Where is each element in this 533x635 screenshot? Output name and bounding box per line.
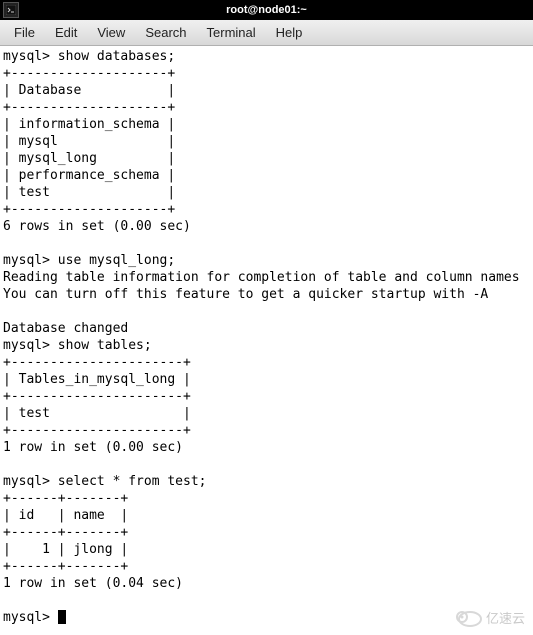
- table-row: | performance_schema |: [3, 168, 175, 183]
- menu-view[interactable]: View: [87, 22, 135, 43]
- window-title: root@node01:~: [226, 4, 307, 16]
- result-line: 1 row in set (0.04 sec): [3, 576, 183, 591]
- table-header: | Tables_in_mysql_long |: [3, 372, 191, 387]
- watermark-text: 亿速云: [486, 608, 525, 627]
- table-header: | id | name |: [3, 508, 128, 523]
- table-border: +--------------------+: [3, 202, 175, 217]
- watermark-logo-icon: [452, 607, 482, 627]
- cmd-line: mysql> show databases;: [3, 49, 175, 64]
- table-header: | Database |: [3, 83, 175, 98]
- table-border: +------+-------+: [3, 525, 128, 540]
- table-border: +------+-------+: [3, 491, 128, 506]
- watermark: 亿速云: [452, 607, 525, 627]
- info-line: You can turn off this feature to get a q…: [3, 287, 488, 302]
- menu-file[interactable]: File: [4, 22, 45, 43]
- prompt: mysql>: [3, 610, 58, 625]
- table-row: | test |: [3, 185, 175, 200]
- menu-terminal[interactable]: Terminal: [197, 22, 266, 43]
- cmd-line: mysql> select * from test;: [3, 474, 207, 489]
- menu-bar: File Edit View Search Terminal Help: [0, 20, 533, 46]
- table-border: +----------------------+: [3, 389, 191, 404]
- table-row: | test |: [3, 406, 191, 421]
- info-line: Database changed: [3, 321, 128, 336]
- table-row: | mysql |: [3, 134, 175, 149]
- table-border: +--------------------+: [3, 100, 175, 115]
- table-row: | 1 | jlong |: [3, 542, 128, 557]
- result-line: 6 rows in set (0.00 sec): [3, 219, 191, 234]
- table-border: +------+-------+: [3, 559, 128, 574]
- terminal-output[interactable]: mysql> show databases; +----------------…: [0, 46, 533, 628]
- table-row: | mysql_long |: [3, 151, 175, 166]
- table-row: | information_schema |: [3, 117, 175, 132]
- window-titlebar: root@node01:~: [0, 0, 533, 20]
- menu-help[interactable]: Help: [266, 22, 313, 43]
- result-line: 1 row in set (0.00 sec): [3, 440, 183, 455]
- table-border: +----------------------+: [3, 355, 191, 370]
- info-line: Reading table information for completion…: [3, 270, 520, 285]
- cursor: [58, 610, 66, 624]
- table-border: +----------------------+: [3, 423, 191, 438]
- cmd-line: mysql> show tables;: [3, 338, 152, 353]
- cmd-line: mysql> use mysql_long;: [3, 253, 175, 268]
- terminal-icon[interactable]: [3, 2, 19, 18]
- table-border: +--------------------+: [3, 66, 175, 81]
- menu-search[interactable]: Search: [135, 22, 196, 43]
- menu-edit[interactable]: Edit: [45, 22, 87, 43]
